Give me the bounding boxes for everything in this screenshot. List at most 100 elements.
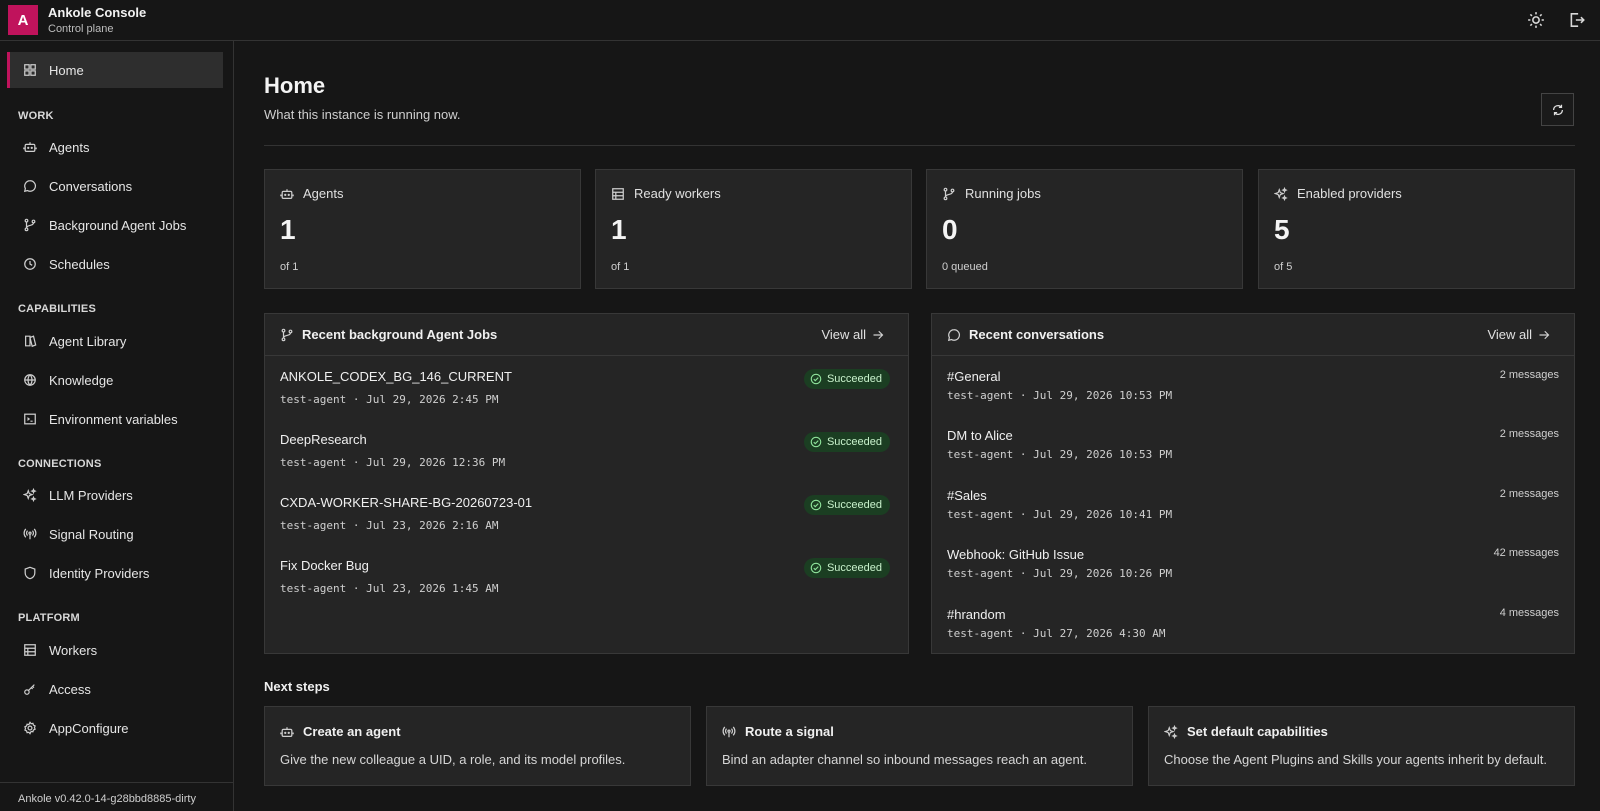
next-steps-heading: Next steps (264, 679, 330, 694)
app-title: Ankole Console (48, 4, 147, 20)
message-count: 2 messages (1499, 488, 1559, 500)
sidebar-item-appconfigure[interactable]: AppConfigure (7, 710, 223, 746)
check-circle-icon (810, 562, 822, 574)
sidebar-item-label: Environment variables (49, 411, 178, 427)
stat-sub: 0 queued (942, 261, 988, 273)
step-card-create-agent[interactable]: Create an agent Give the new colleague a… (264, 706, 691, 786)
status-badge: Succeeded (803, 432, 890, 452)
job-row[interactable]: CXDA-WORKER-SHARE-BG-20260723-01 test-ag… (280, 495, 890, 545)
conversation-row[interactable]: #Sales test-agent · Jul 29, 2026 10:41 P… (947, 488, 1559, 538)
bot-icon (280, 725, 294, 739)
sidebar-item-home[interactable]: Home (7, 52, 223, 88)
job-name: CXDA-WORKER-SHARE-BG-20260723-01 (280, 495, 533, 510)
panel-title: Recent background Agent Jobs (302, 327, 498, 342)
stat-value: 0 (942, 214, 958, 245)
conversation-row[interactable]: DM to Alice test-agent · Jul 29, 2026 10… (947, 428, 1559, 478)
bot-icon (280, 187, 294, 201)
section-platform: PLATFORM (18, 612, 80, 624)
view-all-jobs-link[interactable]: View all (821, 327, 892, 342)
shield-icon (23, 566, 37, 580)
recent-conversations-panel: Recent conversations View all #General t… (931, 313, 1575, 654)
conversation-meta: test-agent · Jul 29, 2026 10:26 PM (947, 567, 1173, 580)
version-label: Ankole v0.42.0-14-g28bbd8885-dirty (0, 782, 234, 811)
arrow-right-icon (1538, 329, 1550, 341)
sparkles-icon (1164, 725, 1178, 739)
view-all-label: View all (821, 327, 866, 342)
radio-icon (722, 725, 736, 739)
sidebar-item-agents[interactable]: Agents (7, 129, 223, 165)
message-count: 42 messages (1493, 547, 1559, 559)
sidebar-item-label: LLM Providers (49, 487, 133, 503)
key-icon (23, 682, 37, 696)
sidebar-item-label: Signal Routing (49, 526, 134, 542)
header-divider (264, 145, 1575, 146)
message-count: 2 messages (1499, 428, 1559, 440)
job-name: Fix Docker Bug (280, 558, 369, 573)
sidebar-item-label: Agents (49, 139, 90, 155)
sidebar-item-label: Schedules (49, 256, 110, 272)
server-icon (611, 187, 625, 201)
sun-icon[interactable] (1527, 11, 1545, 29)
view-all-conversations-link[interactable]: View all (1487, 327, 1558, 342)
app-logo: A (8, 5, 38, 35)
sidebar-item-label: Workers (49, 642, 98, 658)
step-description: Bind an adapter channel so inbound messa… (722, 752, 1087, 767)
job-row[interactable]: ANKOLE_CODEX_BG_146_CURRENT test-agent ·… (280, 369, 890, 419)
conversation-meta: test-agent · Jul 29, 2026 10:41 PM (947, 508, 1173, 521)
sidebar-item-label: Access (49, 681, 91, 697)
job-row[interactable]: DeepResearch test-agent · Jul 29, 2026 1… (280, 432, 890, 482)
stat-label: Agents (303, 186, 344, 201)
sidebar-item-identity-providers[interactable]: Identity Providers (7, 555, 223, 591)
stat-card-running-jobs[interactable]: Running jobs 0 0 queued (926, 169, 1243, 289)
sidebar-item-conversations[interactable]: Conversations (7, 168, 223, 204)
sidebar-item-agent-library[interactable]: Agent Library (7, 323, 223, 359)
sparkles-icon (23, 488, 37, 502)
step-title: Route a signal (745, 724, 834, 739)
sidebar-item-knowledge[interactable]: Knowledge (7, 362, 223, 398)
stat-card-enabled-providers[interactable]: Enabled providers 5 of 5 (1258, 169, 1575, 289)
sidebar-item-workers[interactable]: Workers (7, 632, 223, 668)
step-card-set-default-capabilities[interactable]: Set default capabilities Choose the Agen… (1148, 706, 1575, 786)
sidebar-item-llm-providers[interactable]: LLM Providers (7, 477, 223, 513)
stat-value: 1 (611, 214, 627, 245)
section-capabilities: CAPABILITIES (18, 303, 96, 315)
conversation-meta: test-agent · Jul 27, 2026 4:30 AM (947, 627, 1166, 640)
stat-card-agents[interactable]: Agents 1 of 1 (264, 169, 581, 289)
sidebar-item-access[interactable]: Access (7, 671, 223, 707)
conversation-row[interactable]: #hrandom test-agent · Jul 27, 2026 4:30 … (947, 607, 1559, 657)
panel-title: Recent conversations (969, 327, 1105, 342)
stat-value: 5 (1274, 214, 1290, 245)
grid-icon (23, 63, 37, 77)
stat-label: Running jobs (965, 186, 1041, 201)
brand: Ankole Console Control plane (48, 5, 146, 36)
job-row[interactable]: Fix Docker Bug test-agent · Jul 23, 2026… (280, 558, 890, 608)
sidebar-item-schedules[interactable]: Schedules (7, 246, 223, 282)
sidebar-item-label: Agent Library (49, 333, 127, 349)
sidebar-item-background-agent-jobs[interactable]: Background Agent Jobs (7, 207, 223, 243)
conversation-row[interactable]: Webhook: GitHub Issue test-agent · Jul 2… (947, 547, 1559, 597)
arrow-right-icon (872, 329, 884, 341)
job-name: ANKOLE_CODEX_BG_146_CURRENT (280, 369, 512, 384)
conversation-name: #hrandom (947, 607, 1006, 622)
logout-icon[interactable] (1568, 11, 1586, 29)
stat-sub: of 1 (611, 261, 630, 273)
conversation-name: #Sales (947, 488, 987, 503)
step-title: Set default capabilities (1187, 724, 1328, 739)
step-card-route-signal[interactable]: Route a signal Bind an adapter channel s… (706, 706, 1133, 786)
refresh-button[interactable] (1541, 93, 1574, 126)
conversation-row[interactable]: #General test-agent · Jul 29, 2026 10:53… (947, 369, 1559, 419)
stat-sub: of 1 (280, 261, 299, 273)
clock-icon (23, 257, 37, 271)
job-meta: test-agent · Jul 23, 2026 2:16 AM (280, 519, 499, 532)
git-branch-icon (942, 187, 956, 201)
stat-card-ready-workers[interactable]: Ready workers 1 of 1 (595, 169, 912, 289)
stat-sub: of 5 (1274, 261, 1293, 273)
step-description: Choose the Agent Plugins and Skills your… (1164, 752, 1548, 767)
gear-icon (23, 721, 37, 735)
sparkles-icon (1274, 187, 1288, 201)
sidebar-item-environment-variables[interactable]: Environment variables (7, 401, 223, 437)
step-title: Create an agent (303, 724, 401, 739)
conversation-name: Webhook: GitHub Issue (947, 547, 1085, 562)
conversation-meta: test-agent · Jul 29, 2026 10:53 PM (947, 448, 1173, 461)
sidebar-item-signal-routing[interactable]: Signal Routing (7, 516, 223, 552)
